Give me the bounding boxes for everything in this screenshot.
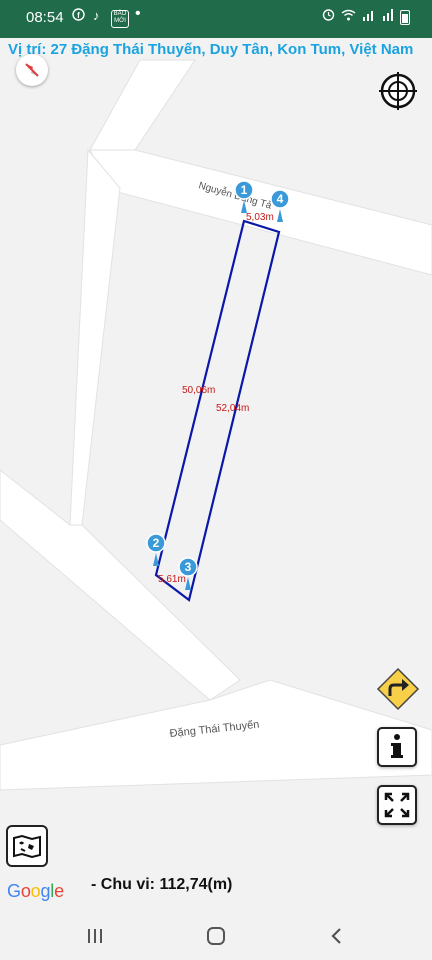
edge-label-top: 5,03m [246,212,274,223]
edge-label-left: 50,06m [182,385,215,396]
map-layers-icon[interactable] [6,825,48,867]
edge-label-bottom: 5,61m [158,574,186,585]
notification-dot-icon: • [135,5,141,22]
perimeter-text: - Chu vi: 112,74(m) [91,876,233,893]
tiktok-icon: ♪ [93,8,100,23]
baomoi-icon: BÁO MỚI [111,10,129,28]
marker-4-label: 4 [277,192,284,206]
signal-icon [362,8,376,26]
status-bar: 08:54 f ♪ BÁO MỚI • [0,0,432,38]
marker-2-label: 2 [153,536,160,550]
compass-icon[interactable] [16,54,48,86]
marker-1-label: 1 [241,183,248,197]
edge-label-right: 52,04m [216,403,249,414]
wifi-icon [341,8,356,26]
signal2-icon [382,8,394,26]
status-time: 08:54 [26,9,64,26]
status-icons-right [322,8,410,26]
alarm-icon [322,8,335,26]
back-icon[interactable] [317,923,357,949]
home-icon[interactable] [196,923,236,949]
map-canvas[interactable]: Nguyễn Đăng Tả Đặng Thái Thuyến 5,03m 50… [0,0,432,960]
route-arrow-icon[interactable] [376,667,420,711]
battery-icon [400,9,410,25]
info-icon[interactable] [377,727,417,767]
facebook-icon: f [72,8,85,24]
location-address: Vị trí: 27 Đặng Thái Thuyến, Duy Tân, Ko… [8,41,414,58]
recent-apps-icon[interactable] [75,923,115,949]
google-logo: Google [7,881,64,901]
marker-3-label: 3 [185,560,192,574]
expand-icon[interactable] [377,785,417,825]
navigation-bar [0,911,432,960]
svg-text:f: f [77,11,80,20]
crosshair-icon[interactable] [377,70,419,112]
